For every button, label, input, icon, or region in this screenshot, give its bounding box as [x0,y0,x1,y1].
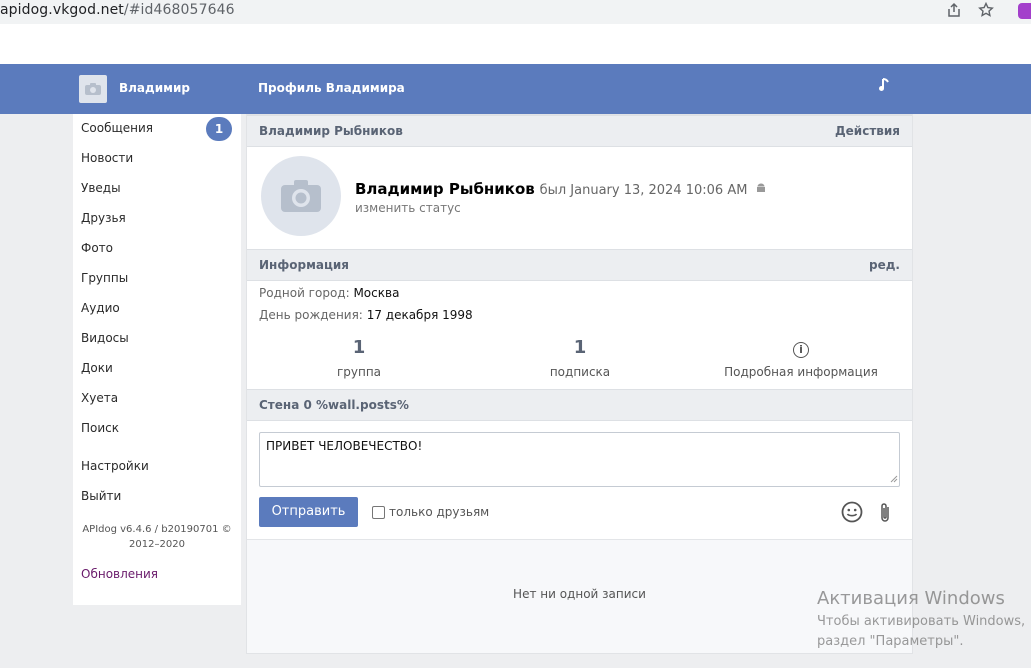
star-icon[interactable] [976,1,996,20]
friends-only-checkbox[interactable] [372,506,385,519]
subscriptions-count: 1 [573,337,587,358]
sidebar-item-videos[interactable]: Видосы [81,331,129,345]
birthday-value: 17 декабря 1998 [366,308,473,322]
subscriptions-label: подписка [549,365,611,379]
profile-name-line: Владимир Рыбников был January 13, 2024 1… [355,180,766,198]
send-post-button[interactable]: Отправить [259,497,358,527]
hometown-label: Родной город: [259,286,350,300]
windows-activation-line2: раздел "Параметры". [817,634,964,649]
profile-section-header: Владимир Рыбников Действия [247,115,912,147]
sidebar-item-docs[interactable]: Доки [81,361,113,375]
profile-avatar[interactable] [261,156,341,236]
android-icon [756,183,766,197]
attach-icon[interactable] [877,501,893,525]
version-years: 2012–2020 [129,539,185,550]
birthday-row: День рождения: 17 декабря 1998 [259,308,473,322]
profile-section-title: Владимир Рыбников [259,124,403,138]
profile-full-name: Владимир Рыбников [355,180,535,198]
sidebar-item-notifications[interactable]: Уведы [81,181,121,195]
subscriptions-counter[interactable]: 1 подписка [470,337,690,379]
info-circle-icon: i [793,342,809,358]
sidebar-item-messages[interactable]: Сообщения [81,121,153,135]
info-circle-icon-wrap: i [691,337,911,359]
url-host: apidog.vkgod.net [0,2,124,18]
groups-count: 1 [352,337,366,358]
url-path: /#id468057646 [123,2,235,18]
info-section-header: Информация ред. [247,249,912,281]
actions-button[interactable]: Действия [835,124,900,138]
sidebar-menu: Сообщения 1 Новости Уведы Друзья Фото Гр… [73,114,241,605]
groups-label: группа [336,365,382,379]
camera-icon [85,83,101,95]
page-title: Профиль Владимира [258,81,405,95]
friends-only-label[interactable]: только друзьям [389,505,489,519]
sidebar-item-audio[interactable]: Аудио [81,301,120,315]
version-line: APIdog v6.4.6 / b20190701 © [82,524,232,535]
edit-info-button[interactable]: ред. [869,258,900,272]
detailed-info-label: Подробная информация [724,365,878,379]
messages-count-badge[interactable]: 1 [206,117,232,141]
camera-icon [281,180,321,212]
detailed-info-link[interactable]: i Подробная информация [691,337,911,379]
browser-toolbar-space [0,24,1031,64]
hometown-row: Родной город: Москва [259,286,399,300]
header-user-name[interactable]: Владимир [119,81,190,95]
browser-address-bar: apidog.vkgod.net/#id468057646 [0,0,1031,24]
sidebar-item-misc[interactable]: Хуета [81,391,118,405]
profile-panel: Владимир Рыбников Действия Владимир Рыбн… [246,114,913,654]
share-icon[interactable] [944,2,964,20]
emoji-icon[interactable] [841,501,863,523]
wall-section-header: Стена 0 %wall.posts% [247,389,912,421]
sidebar-item-search[interactable]: Поиск [81,421,119,435]
info-section-title: Информация [259,258,349,272]
empty-wall-text: Нет ни одной записи [513,587,646,601]
updates-link[interactable]: Обновления [81,567,158,581]
groups-counter[interactable]: 1 группа [249,337,469,379]
last-seen-text: был January 13, 2024 10:06 AM [539,183,748,198]
post-textarea[interactable]: ПРИВЕТ ЧЕЛОВЕЧЕСТВО! [259,432,900,487]
app-version: APIdog v6.4.6 / b20190701 © 2012–2020 [73,522,241,552]
sidebar-item-settings[interactable]: Настройки [81,459,149,473]
top-header: Владимир Профиль Владимира [0,64,1031,114]
music-note-icon[interactable] [878,78,890,96]
sidebar-item-news[interactable]: Новости [81,151,133,165]
change-status-link[interactable]: изменить статус [355,201,461,215]
windows-activation-title: Активация Windows [817,588,1005,609]
header-avatar[interactable] [79,75,107,103]
sidebar-item-photos[interactable]: Фото [81,241,113,255]
extension-icon[interactable] [1018,3,1031,19]
windows-activation-line1: Чтобы активировать Windows, [817,614,1026,629]
birthday-label: День рождения: [259,308,363,322]
sidebar-item-friends[interactable]: Друзья [81,211,126,225]
windows-activation-text: Чтобы активировать Windows, раздел "Пара… [817,612,1025,652]
resize-handle-icon[interactable] [890,475,898,486]
hometown-value: Москва [353,286,400,300]
wall-section-title: Стена 0 %wall.posts% [259,398,409,412]
sidebar-item-groups[interactable]: Группы [81,271,128,285]
url-field[interactable]: apidog.vkgod.net/#id468057646 [0,2,235,18]
sidebar-item-logout[interactable]: Выйти [81,489,121,503]
